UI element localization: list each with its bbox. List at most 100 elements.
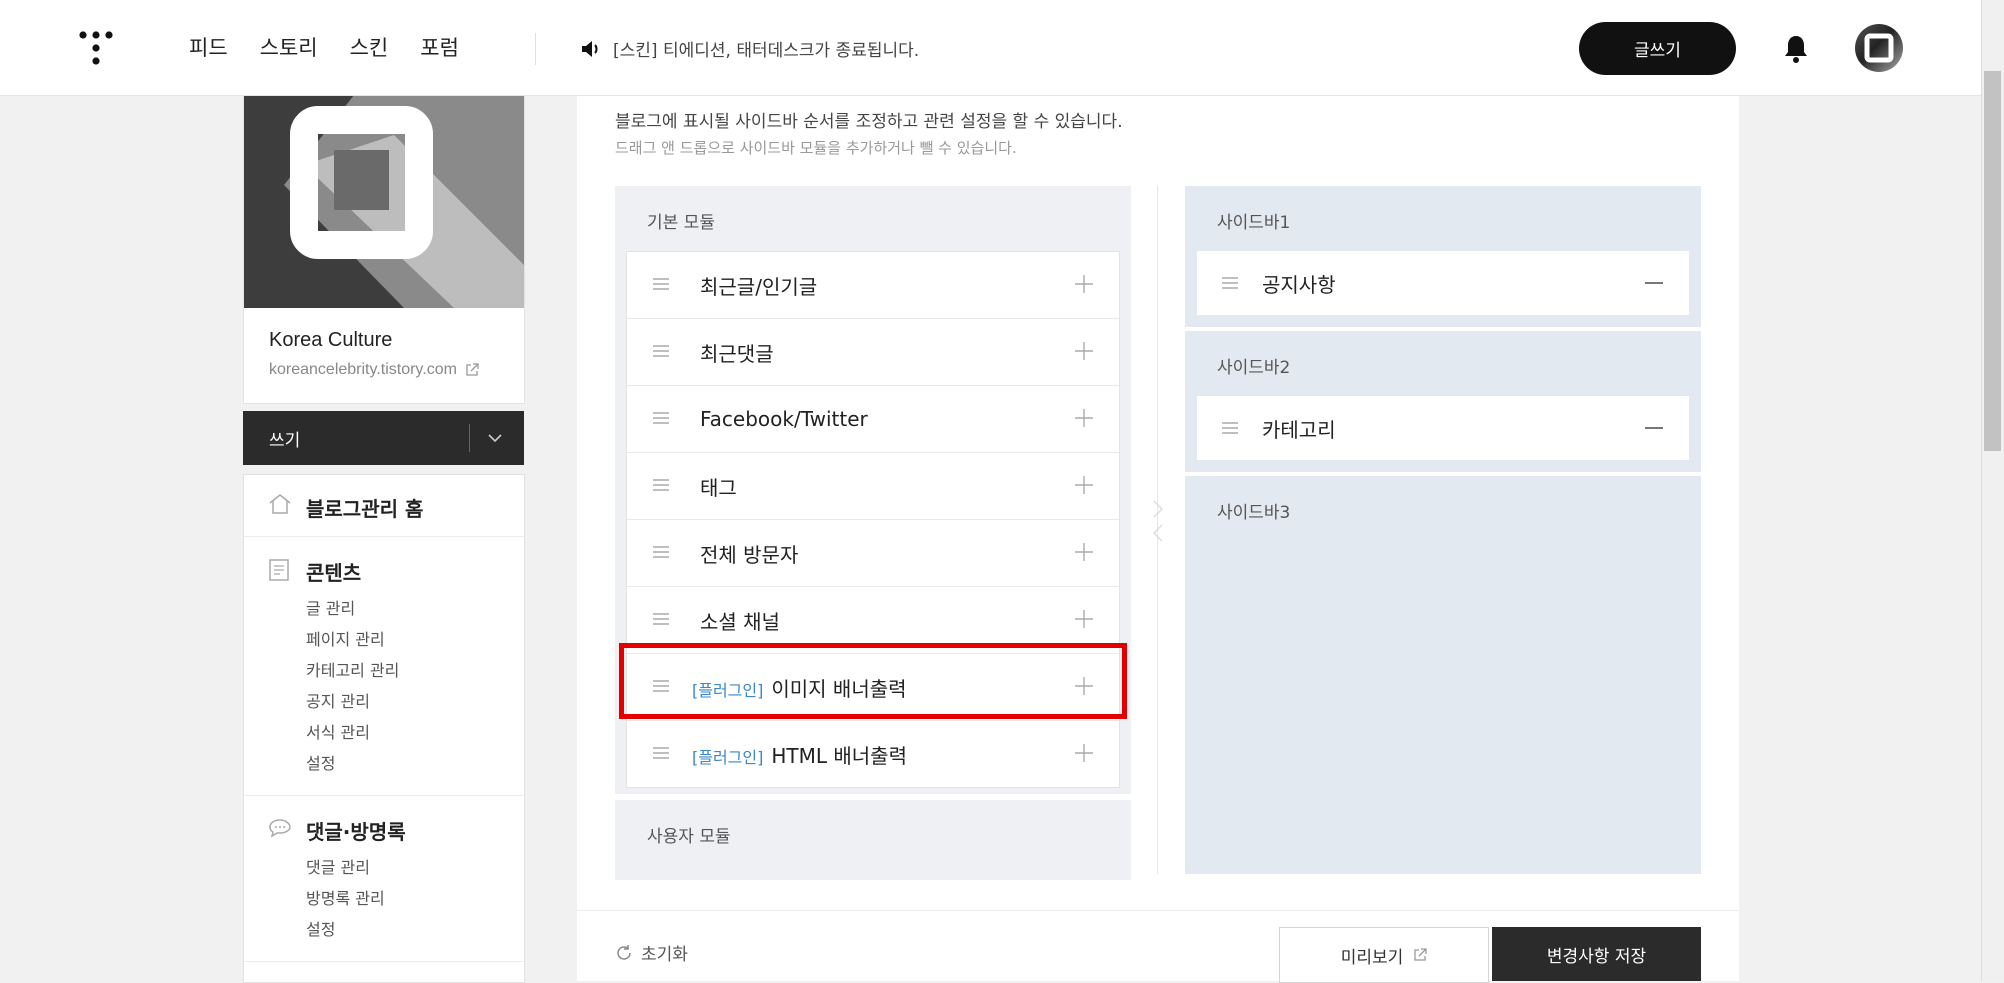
preview-button[interactable]: 미리보기 — [1279, 927, 1489, 983]
drag-handle-icon[interactable] — [653, 747, 669, 759]
tistory-logo-icon[interactable] — [79, 31, 113, 65]
home-icon — [269, 494, 291, 514]
menu-contents-settings[interactable]: 설정 — [306, 750, 335, 774]
blog-url-text: koreancelebrity.tistory.com — [269, 361, 457, 378]
module-label: 태그 — [700, 475, 737, 500]
menu-contents[interactable]: 콘텐츠 — [306, 557, 361, 586]
module-name: 태그 — [692, 472, 737, 501]
avatar[interactable] — [1855, 24, 1903, 72]
sidebar-1-title: 사이드바1 — [1217, 213, 1291, 233]
save-changes-button[interactable]: 변경사항 저장 — [1492, 927, 1701, 981]
blog-thumbnail[interactable] — [244, 95, 524, 308]
menu-page-manage[interactable]: 페이지 관리 — [306, 626, 385, 650]
blog-logo-icon — [284, 95, 524, 308]
add-icon[interactable] — [1075, 744, 1093, 762]
module-label: HTML 배너출력 — [771, 743, 907, 768]
module-name: Facebook/Twitter — [692, 407, 868, 431]
module-name: 최근글/인기글 — [692, 271, 817, 300]
drag-handle-icon[interactable] — [653, 278, 669, 290]
sidebar-module-item[interactable]: 카테고리 — [1197, 396, 1689, 460]
sidebar-columns: 사이드바1 공지사항 사이드바2 카테고리 사이드바3 — [1185, 186, 1701, 874]
sidebar-module-item[interactable]: 공지사항 — [1197, 251, 1689, 315]
external-link-icon — [466, 363, 479, 376]
module-name: [플러그인] HTML 배너출력 — [692, 740, 907, 769]
main-nav: 피드 스토리 스킨 포럼 — [189, 30, 491, 66]
description-primary: 블로그에 표시될 사이드바 순서를 조정하고 관련 설정을 할 수 있습니다. — [615, 112, 1123, 132]
nav-feed[interactable]: 피드 — [189, 30, 228, 66]
preview-label: 미리보기 — [1340, 947, 1404, 968]
module-item[interactable]: 최근댓글 — [627, 319, 1119, 386]
remove-icon[interactable] — [1645, 427, 1663, 429]
nav-skin[interactable]: 스킨 — [350, 30, 389, 66]
reset-button[interactable]: 초기화 — [615, 940, 688, 965]
drag-handle-icon[interactable] — [653, 479, 669, 491]
footer-divider — [577, 910, 1739, 911]
menu-post-manage[interactable]: 글 관리 — [306, 595, 355, 619]
menu-comment-manage[interactable]: 댓글 관리 — [306, 854, 370, 878]
bell-icon[interactable] — [1782, 34, 1810, 64]
add-icon[interactable] — [1075, 275, 1093, 293]
description-secondary: 드래그 앤 드롭으로 사이드바 모듈을 추가하거나 뺄 수 있습니다. — [615, 139, 1017, 157]
module-label: 공지사항 — [1262, 273, 1336, 297]
write-label[interactable]: 쓰기 — [269, 426, 300, 451]
remove-icon[interactable] — [1645, 282, 1663, 284]
add-icon[interactable] — [1075, 342, 1093, 360]
add-icon[interactable] — [1075, 543, 1093, 561]
drag-handle-icon[interactable] — [653, 412, 669, 424]
nav-forum[interactable]: 포럼 — [420, 30, 459, 66]
sidebar-2: 사이드바2 카테고리 — [1185, 331, 1701, 472]
add-icon[interactable] — [1075, 610, 1093, 628]
menu-home[interactable]: 블로그관리 홈 — [306, 493, 423, 522]
refresh-icon — [617, 944, 631, 960]
menu-divider — [244, 536, 524, 537]
drag-handle-icon[interactable] — [1222, 277, 1238, 289]
module-label: Facebook/Twitter — [700, 407, 868, 431]
menu-notice-manage[interactable]: 공지 관리 — [306, 688, 370, 712]
nav-story[interactable]: 스토리 — [260, 30, 318, 66]
external-link-icon — [1414, 948, 1427, 961]
module-item[interactable]: 최근글/인기글 — [627, 252, 1119, 319]
module-item[interactable]: 태그 — [627, 453, 1119, 520]
drag-handle-icon[interactable] — [653, 613, 669, 625]
blog-profile-card: Korea Culture koreancelebrity.tistory.co… — [243, 95, 525, 404]
module-item[interactable]: 전체 방문자 — [627, 520, 1119, 587]
module-name: 전체 방문자 — [692, 539, 798, 568]
highlight-box — [619, 643, 1127, 719]
write-post-button[interactable]: 글쓰기 — [1579, 22, 1736, 75]
plugin-tag: [플러그인] — [692, 747, 764, 767]
sidebar-settings-panel: 블로그에 표시될 사이드바 순서를 조정하고 관련 설정을 할 수 있습니다. … — [577, 95, 1739, 983]
module-label: 전체 방문자 — [700, 542, 799, 567]
module-item[interactable]: Facebook/Twitter — [627, 386, 1119, 453]
chevron-down-icon[interactable] — [488, 428, 502, 448]
drag-handle-icon[interactable] — [1222, 422, 1238, 434]
user-modules-section: 사용자 모듈 — [615, 794, 1131, 880]
blog-url[interactable]: koreancelebrity.tistory.com — [269, 361, 479, 379]
menu-comments-settings[interactable]: 설정 — [306, 916, 335, 940]
module-label: 소셜 채널 — [700, 609, 780, 634]
module-name: 소셜 채널 — [692, 606, 780, 635]
module-item[interactable]: [플러그인] HTML 배너출력 — [627, 721, 1119, 787]
module-label: 카테고리 — [1262, 418, 1336, 442]
drag-handle-icon[interactable] — [653, 546, 669, 558]
write-dropdown[interactable]: 쓰기 — [243, 411, 524, 465]
sidebar-3-title: 사이드바3 — [1217, 503, 1291, 523]
add-icon[interactable] — [1075, 409, 1093, 427]
menu-divider — [244, 795, 524, 796]
blog-name[interactable]: Korea Culture — [269, 329, 392, 352]
avatar-logo-icon — [1864, 33, 1894, 63]
write-separator — [469, 424, 470, 452]
module-pool: 기본 모듈 최근글/인기글 최근댓글 Facebook/Twitter 태그 전… — [615, 186, 1131, 880]
basic-modules-title: 기본 모듈 — [647, 213, 715, 233]
scrollbar-thumb[interactable] — [1984, 71, 2001, 451]
notice-banner[interactable]: [스킨] 티에디션, 태터데스크가 종료됩니다. — [581, 36, 919, 61]
header-divider — [535, 33, 536, 65]
module-label: 최근글/인기글 — [700, 274, 818, 299]
notice-text: [스킨] 티에디션, 태터데스크가 종료됩니다. — [613, 41, 920, 61]
menu-guestbook-manage[interactable]: 방명록 관리 — [306, 885, 385, 909]
menu-template-manage[interactable]: 서식 관리 — [306, 719, 370, 743]
menu-category-manage[interactable]: 카테고리 관리 — [306, 657, 399, 681]
add-icon[interactable] — [1075, 476, 1093, 494]
drag-handle-icon[interactable] — [653, 345, 669, 357]
menu-divider — [244, 961, 524, 962]
menu-comments[interactable]: 댓글·방명록 — [306, 816, 406, 845]
